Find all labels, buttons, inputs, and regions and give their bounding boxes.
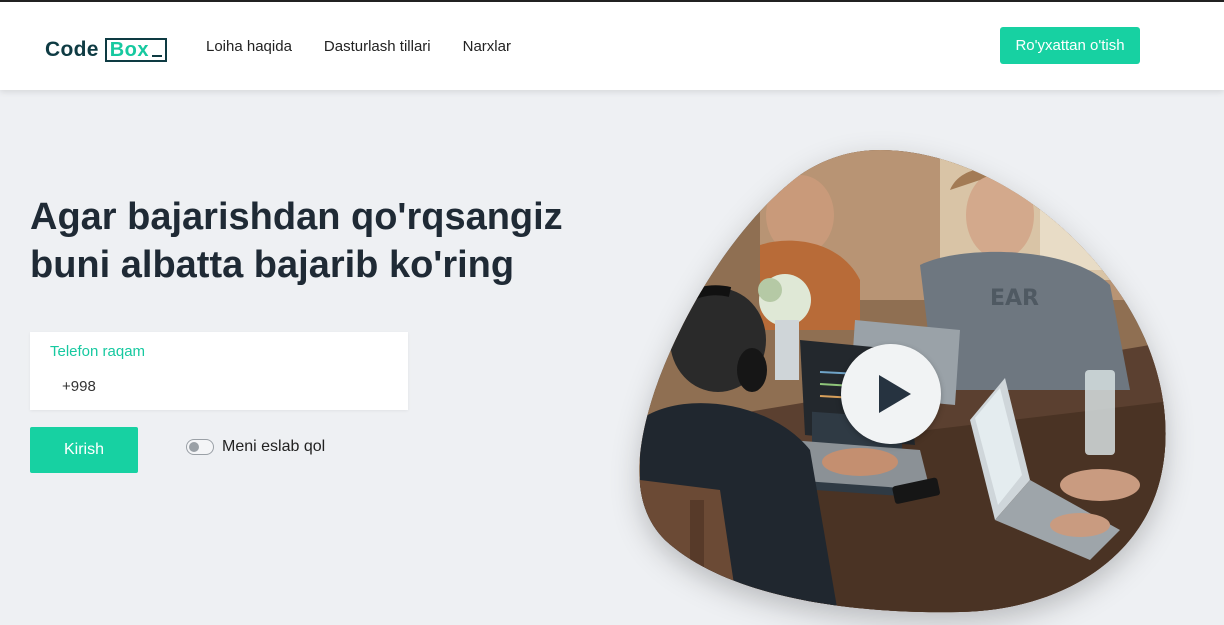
- nav-link-languages[interactable]: Dasturlash tillari: [324, 38, 431, 55]
- svg-text:EAR: EAR: [990, 286, 1039, 311]
- phone-input[interactable]: [50, 374, 390, 398]
- signup-button[interactable]: Ro'yxattan o'tish: [1000, 27, 1140, 64]
- login-button[interactable]: Kirish: [30, 427, 138, 473]
- phone-field: Telefon raqam: [30, 332, 408, 410]
- hero-title: Agar bajarishdan qo'rqsangiz buni albatt…: [30, 193, 590, 289]
- nav-link-about[interactable]: Loiha haqida: [206, 38, 292, 55]
- nav-links: Loiha haqida Dasturlash tillari Narxlar: [206, 38, 543, 55]
- remember-label: Meni eslab qol: [222, 438, 326, 455]
- remember-me[interactable]: Meni eslab qol: [186, 438, 325, 456]
- hero-media: EAR: [0, 0, 1224, 625]
- hero-image: EAR: [639, 150, 1166, 613]
- nav-link-prices[interactable]: Narxlar: [463, 38, 511, 55]
- hero-title-line-2: buni albatta bajarib ko'ring: [30, 244, 515, 286]
- logo-code-text: Code: [45, 38, 99, 61]
- remember-toggle[interactable]: [186, 439, 214, 455]
- phone-label: Telefon raqam: [50, 343, 146, 360]
- navbar: Code Box Loiha haqida Dasturlash tillari…: [0, 2, 1224, 90]
- play-video-button[interactable]: [841, 344, 941, 444]
- play-icon: [879, 375, 911, 413]
- logo-cursor: [152, 55, 162, 57]
- hero-title-line-1: Agar bajarishdan qo'rqsangiz: [30, 196, 563, 238]
- toggle-knob: [189, 442, 199, 452]
- logo-box-text: Box: [109, 38, 149, 61]
- logo-box-frame: Box: [104, 38, 167, 62]
- logo[interactable]: Code Box: [45, 38, 167, 62]
